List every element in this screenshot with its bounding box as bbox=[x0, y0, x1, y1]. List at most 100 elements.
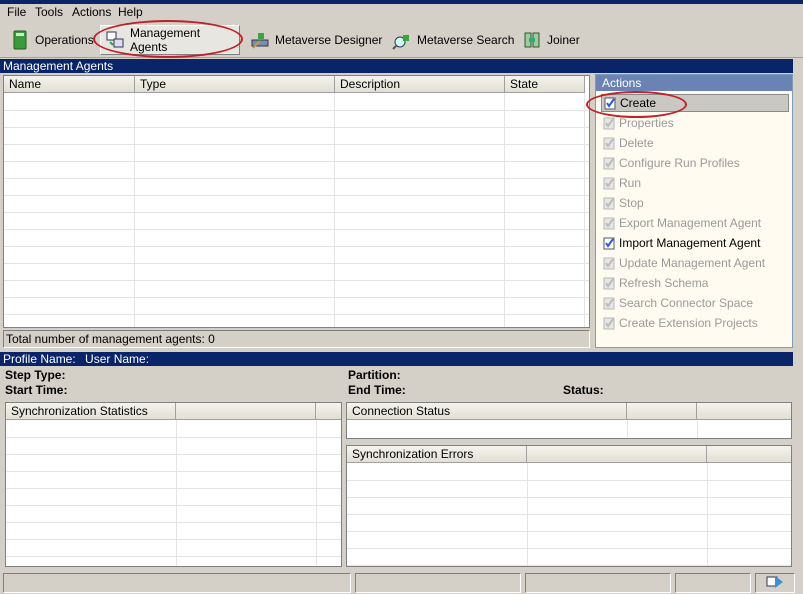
column-header-description[interactable]: Description bbox=[335, 76, 505, 93]
action-label: Configure Run Profiles bbox=[619, 156, 740, 170]
management-agents-icon bbox=[105, 30, 125, 50]
grid-row-line bbox=[6, 437, 341, 438]
menu-actions[interactable]: Actions bbox=[72, 5, 111, 19]
grid-row-line bbox=[4, 144, 589, 145]
checklist-icon bbox=[603, 277, 615, 290]
status-cell bbox=[675, 573, 751, 593]
management-agents-button[interactable]: Management Agents bbox=[100, 25, 240, 55]
action-label: Create Extension Projects bbox=[619, 316, 758, 330]
menu-help[interactable]: Help bbox=[118, 5, 143, 19]
action-label: Stop bbox=[619, 196, 644, 210]
joiner-icon bbox=[522, 30, 542, 50]
metaverse-search-icon bbox=[392, 30, 412, 50]
column-header-blank[interactable] bbox=[527, 446, 707, 463]
grid-divider bbox=[627, 420, 628, 438]
action-create[interactable]: Create bbox=[601, 94, 789, 112]
grid-row-line bbox=[347, 497, 791, 498]
grid-divider bbox=[527, 463, 528, 566]
profile-name-label: Profile Name: bbox=[3, 352, 76, 366]
grid-row-line bbox=[6, 539, 341, 540]
menu-file[interactable]: File bbox=[7, 5, 26, 19]
column-header-name[interactable]: Name bbox=[4, 76, 135, 93]
synchronization-errors-grid[interactable]: Synchronization Errors bbox=[346, 445, 792, 567]
grid-row-line bbox=[6, 488, 341, 489]
column-header-connection-status[interactable]: Connection Status bbox=[347, 403, 627, 420]
grid-row-line bbox=[4, 178, 589, 179]
action-label: Properties bbox=[619, 116, 674, 130]
status-cell bbox=[755, 573, 795, 593]
grid-row-line bbox=[347, 548, 791, 549]
checklist-icon bbox=[603, 257, 615, 270]
operations-label: Operations bbox=[35, 33, 94, 47]
status-cell bbox=[3, 573, 351, 593]
action-refresh-schema[interactable]: Refresh Schema bbox=[601, 274, 789, 292]
checklist-icon bbox=[603, 297, 615, 310]
profile-bar: Profile Name: User Name: bbox=[0, 352, 793, 366]
column-header-type[interactable]: Type bbox=[135, 76, 335, 93]
metaverse-designer-button[interactable]: Metaverse Designer bbox=[246, 25, 386, 55]
checklist-icon bbox=[603, 197, 615, 210]
action-search-connector-space[interactable]: Search Connector Space bbox=[601, 294, 789, 312]
column-header-sync-errors[interactable]: Synchronization Errors bbox=[347, 446, 527, 463]
action-create-extension-projects[interactable]: Create Extension Projects bbox=[601, 314, 789, 332]
joiner-button[interactable]: Joiner bbox=[518, 25, 584, 55]
grid-row-line bbox=[6, 522, 341, 523]
checklist-icon bbox=[603, 317, 615, 330]
action-configure-run-profiles[interactable]: Configure Run Profiles bbox=[601, 154, 789, 172]
column-header-state[interactable]: State bbox=[505, 76, 585, 93]
grid-row-line bbox=[347, 480, 791, 481]
checklist-icon bbox=[603, 217, 615, 230]
metaverse-designer-label: Metaverse Designer bbox=[275, 33, 383, 47]
grid-row-line bbox=[4, 212, 589, 213]
grid-row-line bbox=[6, 471, 341, 472]
grid-row-line bbox=[4, 161, 589, 162]
action-label: Update Management Agent bbox=[619, 256, 766, 270]
column-header-blank[interactable] bbox=[697, 403, 791, 420]
metaverse-search-button[interactable]: Metaverse Search bbox=[388, 25, 518, 55]
toolbar: Operations Management Agents Metaverse D… bbox=[0, 20, 803, 58]
management-agents-label: Management Agents bbox=[130, 26, 201, 54]
column-header-blank[interactable] bbox=[707, 446, 791, 463]
connection-icon bbox=[766, 574, 784, 593]
action-label: Export Management Agent bbox=[619, 216, 762, 230]
column-header-blank[interactable] bbox=[627, 403, 697, 420]
action-delete[interactable]: Delete bbox=[601, 134, 789, 152]
grid-divider bbox=[334, 93, 335, 327]
end-time-label: End Time: bbox=[348, 383, 406, 397]
action-stop[interactable]: Stop bbox=[601, 194, 789, 212]
grid-row-line bbox=[347, 531, 791, 532]
checklist-icon bbox=[604, 97, 616, 110]
start-time-label: Start Time: bbox=[5, 383, 68, 397]
action-label: Import Management Agent bbox=[619, 236, 761, 250]
grid-row-line bbox=[4, 110, 589, 111]
action-run[interactable]: Run bbox=[601, 174, 789, 192]
grid-divider bbox=[134, 93, 135, 327]
user-name-label: User Name: bbox=[85, 352, 150, 366]
action-import-management-agent[interactable]: Import Management Agent bbox=[601, 234, 789, 252]
synchronization-statistics-grid[interactable]: Synchronization Statistics bbox=[5, 402, 342, 567]
checklist-icon bbox=[603, 157, 615, 170]
metaverse-designer-icon bbox=[250, 30, 270, 50]
grid-divider bbox=[584, 93, 585, 327]
grid-row-line bbox=[6, 454, 341, 455]
column-header-blank[interactable] bbox=[316, 403, 341, 420]
column-header-blank[interactable] bbox=[176, 403, 316, 420]
management-agents-grid[interactable]: Name Type Description State bbox=[3, 75, 590, 328]
grid-row-line bbox=[6, 505, 341, 506]
action-export-management-agent[interactable]: Export Management Agent bbox=[601, 214, 789, 232]
grid-divider bbox=[707, 463, 708, 566]
checklist-icon bbox=[603, 137, 615, 150]
operations-button[interactable]: Operations bbox=[6, 25, 98, 55]
status-bar bbox=[0, 570, 803, 594]
menu-bar: File Tools Actions Help bbox=[0, 4, 803, 22]
action-update-management-agent[interactable]: Update Management Agent bbox=[601, 254, 789, 272]
grid-row-line bbox=[4, 314, 589, 315]
status-cell bbox=[355, 573, 521, 593]
connection-status-grid[interactable]: Connection Status bbox=[346, 402, 792, 439]
action-label: Run bbox=[619, 176, 642, 190]
column-header-sync-stats[interactable]: Synchronization Statistics bbox=[6, 403, 176, 420]
menu-tools[interactable]: Tools bbox=[35, 5, 63, 19]
grid-divider bbox=[316, 420, 317, 566]
action-label: Delete bbox=[619, 136, 654, 150]
action-properties[interactable]: Properties bbox=[601, 114, 789, 132]
